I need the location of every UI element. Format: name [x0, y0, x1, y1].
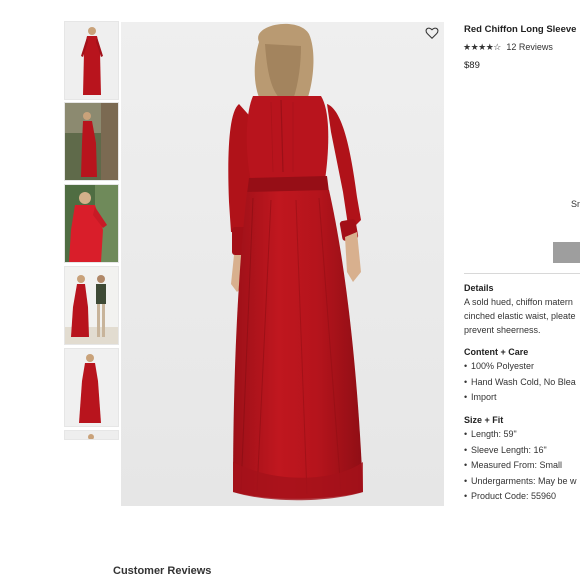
- product-title: Red Chiffon Long Sleeve: [464, 24, 577, 35]
- list-item: Measured From: Small: [464, 458, 577, 474]
- list-item: Import: [464, 390, 576, 406]
- size-fit-list: Length: 59" Sleeve Length: 16" Measured …: [464, 427, 577, 505]
- details-line-3: prevent sheerness.: [464, 325, 541, 335]
- thumbnail-3[interactable]: [64, 184, 119, 263]
- list-item: Length: 59": [464, 427, 577, 443]
- size-option[interactable]: Sm: [571, 199, 580, 209]
- list-item: 100% Polyester: [464, 359, 576, 375]
- rating-row: ★★★★☆ 12 Reviews: [463, 42, 553, 53]
- details-line-1: A sold hued, chiffon matern: [464, 297, 573, 307]
- reviews-link[interactable]: 12 Reviews: [506, 42, 553, 52]
- thumbnail-6[interactable]: [64, 430, 119, 440]
- thumbnail-1[interactable]: [64, 21, 119, 100]
- details-heading: Details: [464, 283, 494, 293]
- thumbnail-4[interactable]: [64, 266, 119, 345]
- details-line-2: cinched elastic waist, pleate: [464, 311, 576, 321]
- customer-reviews-heading: Customer Reviews: [113, 565, 212, 577]
- list-item: Hand Wash Cold, No Blea: [464, 375, 576, 391]
- main-product-image: [121, 22, 444, 506]
- list-item: Sleeve Length: 16": [464, 443, 577, 459]
- divider: [464, 273, 580, 274]
- heart-outline-icon[interactable]: [425, 26, 439, 40]
- thumbnail-5[interactable]: [64, 348, 119, 427]
- size-fit-heading: Size + Fit: [464, 415, 504, 425]
- content-care-list: 100% Polyester Hand Wash Cold, No Blea I…: [464, 359, 576, 406]
- product-price: $89: [464, 60, 480, 71]
- list-item: Product Code: 55960: [464, 489, 577, 505]
- star-rating-icon: ★★★★☆: [463, 42, 501, 52]
- add-to-cart-button[interactable]: [553, 242, 580, 263]
- top-cropped-text: [0, 0, 580, 4]
- content-care-heading: Content + Care: [464, 347, 529, 357]
- thumbnail-2[interactable]: [64, 102, 119, 181]
- list-item: Undergarments: May be w: [464, 474, 577, 490]
